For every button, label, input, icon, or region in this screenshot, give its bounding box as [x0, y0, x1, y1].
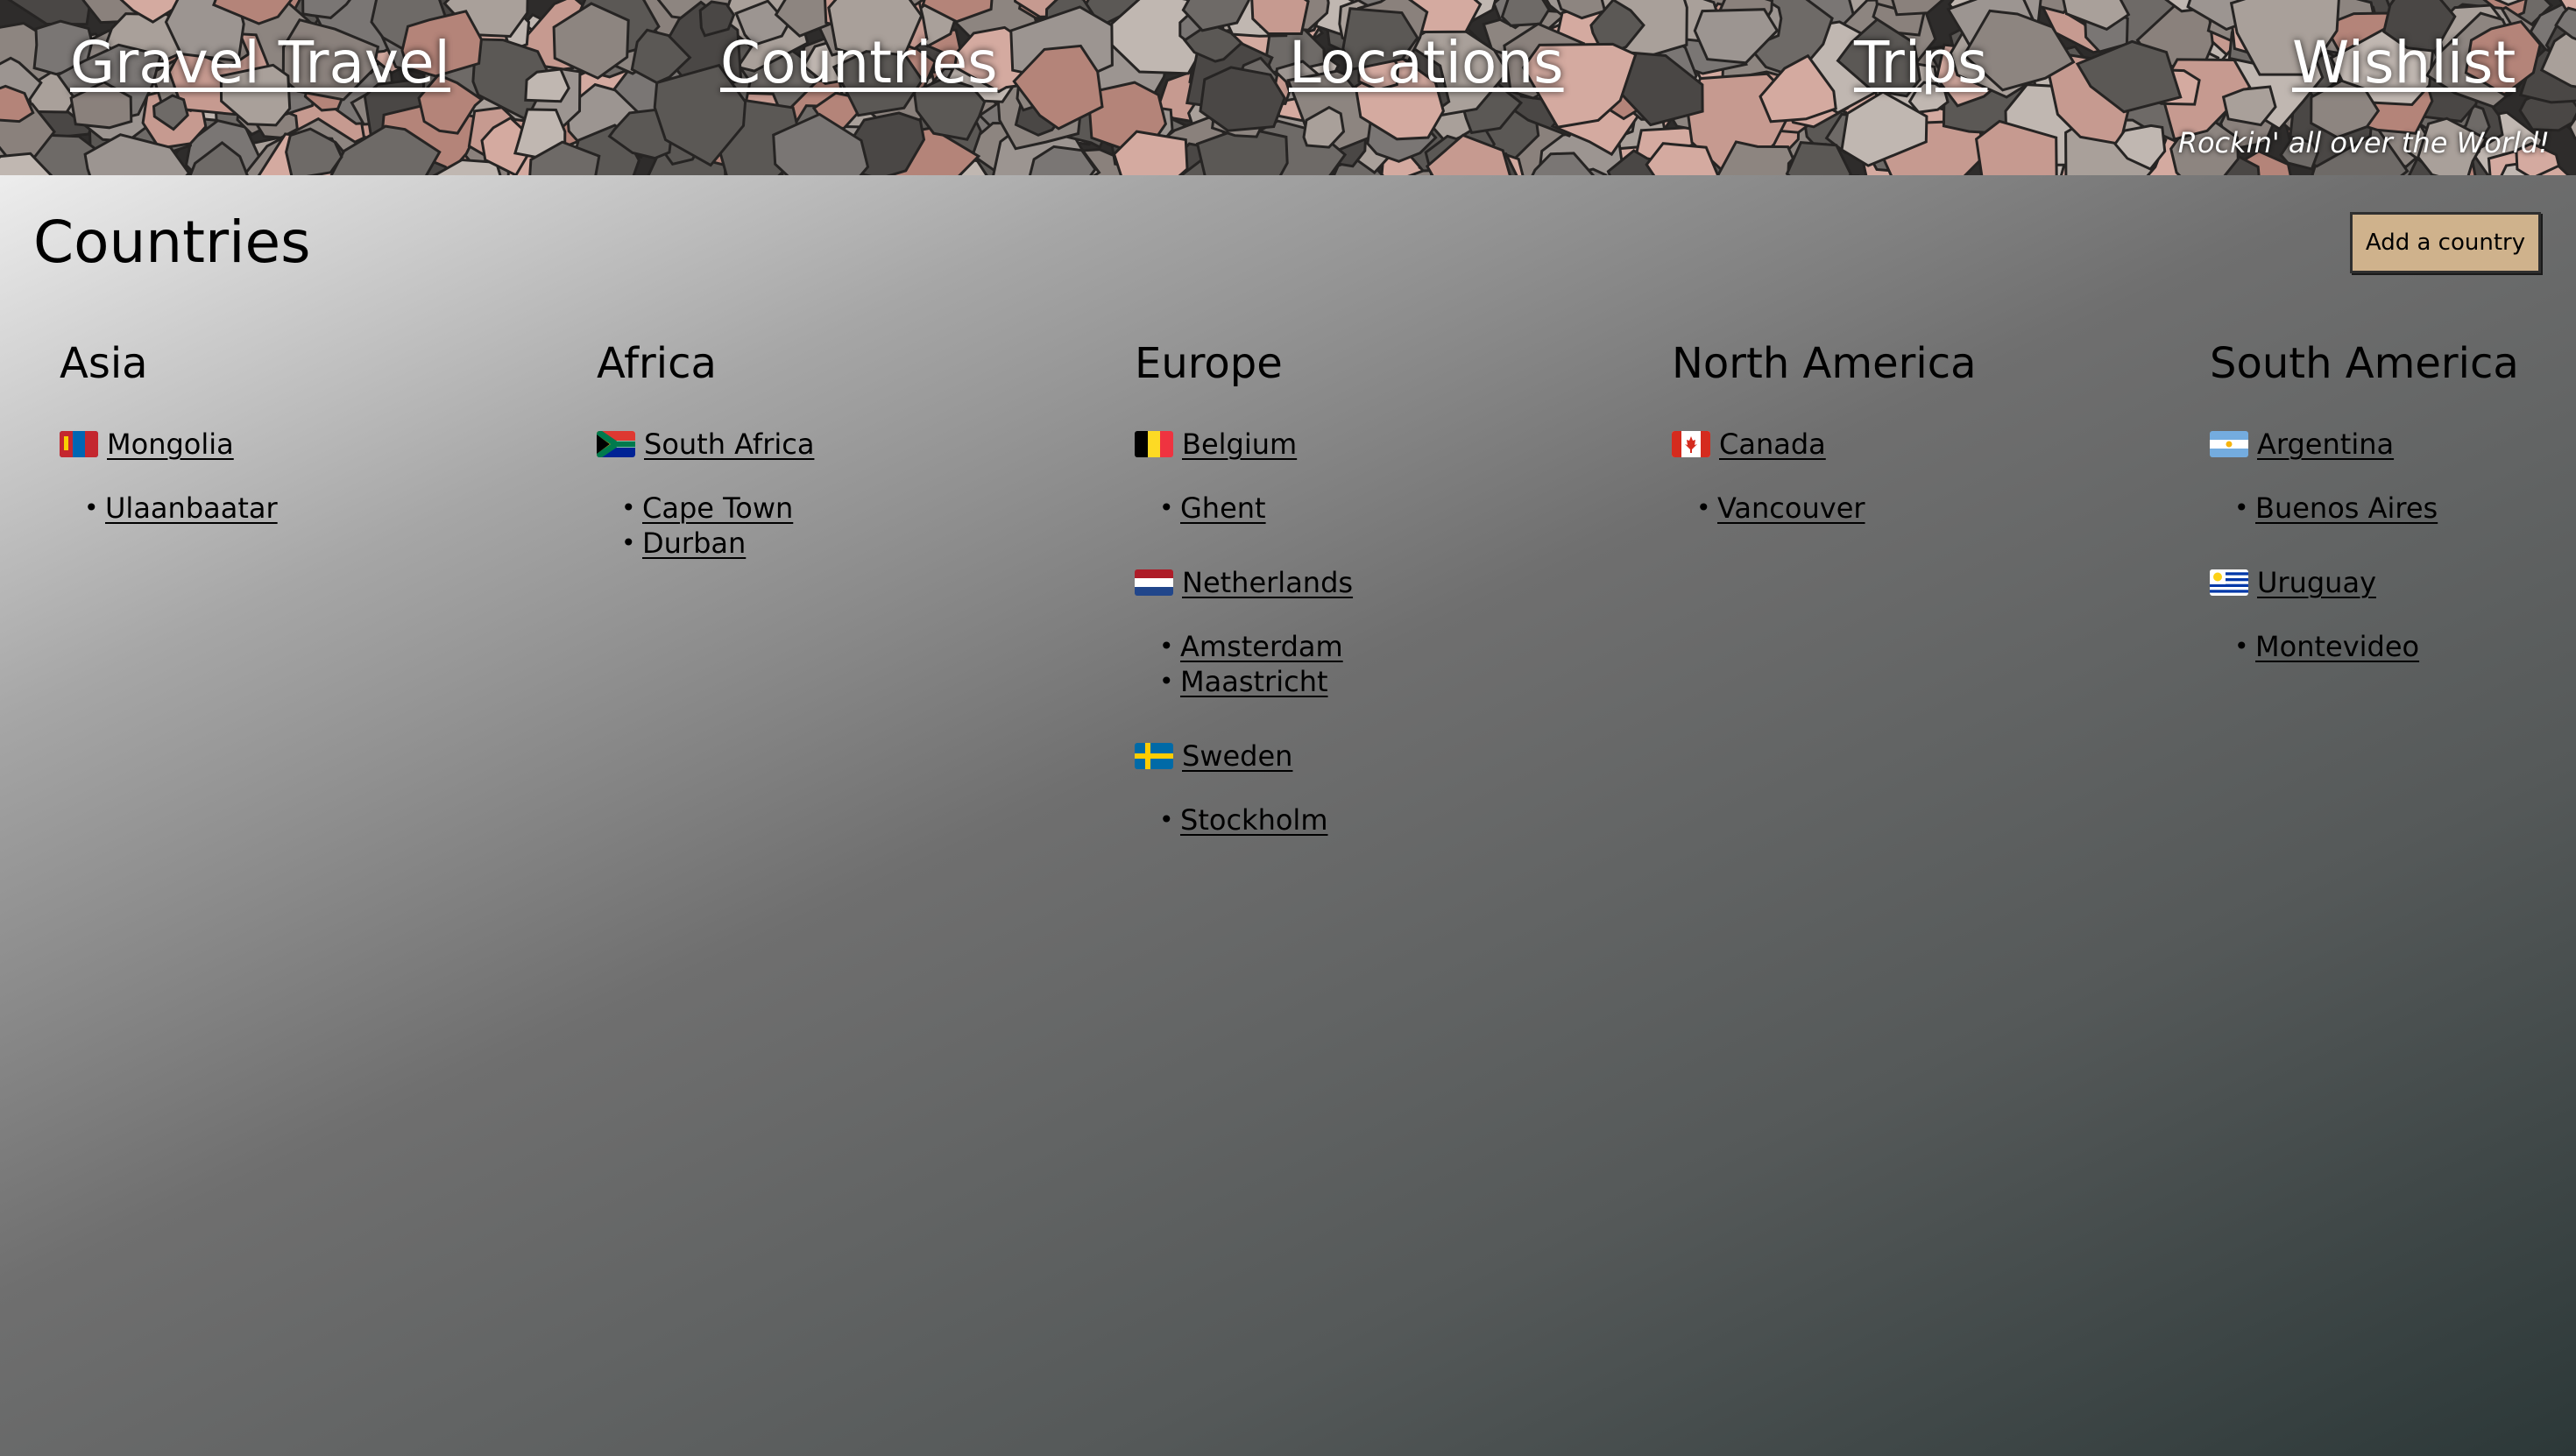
country-south-africa: South Africa • Cape Town • Durban: [597, 422, 1052, 561]
city-link-ghent[interactable]: Ghent: [1180, 491, 1266, 525]
country-row: South Africa: [597, 422, 1052, 466]
country-belgium: Belgium • Ghent: [1135, 422, 1590, 526]
continent-heading: South America: [2210, 339, 2519, 388]
city-list: • Stockholm: [1135, 802, 1590, 838]
city-link-amsterdam[interactable]: Amsterdam: [1180, 630, 1343, 663]
country-row: Uruguay: [2210, 561, 2576, 604]
nav-brand-link[interactable]: Gravel Travel: [70, 25, 450, 102]
sweden-flag-icon: [1135, 743, 1173, 769]
continent-south-america: South America Argentina • Buenos Aires Urugu…: [2210, 333, 2576, 699]
city-list: • Ulaanbaatar: [60, 491, 515, 526]
city-link-vancouver[interactable]: Vancouver: [1717, 491, 1865, 525]
add-country-button[interactable]: Add a country: [2350, 212, 2541, 273]
canada-flag-icon: [1672, 431, 1710, 457]
continent-africa: Africa South Africa • Cape Town • Durban: [597, 333, 1052, 596]
main-content: Countries Add a country Asia Mongolia • Ula…: [0, 175, 2576, 1456]
country-link-argentina[interactable]: Argentina: [2257, 428, 2394, 461]
site-tagline: Rockin' all over the World!: [2177, 126, 2550, 159]
country-link-uruguay[interactable]: Uruguay: [2257, 566, 2376, 599]
country-row: Canada: [1672, 422, 2127, 466]
country-link-netherlands[interactable]: Netherlands: [1182, 566, 1353, 599]
bullet-icon: •: [1159, 805, 1174, 834]
city-item: • Cape Town: [621, 491, 1052, 526]
nav-locations-link[interactable]: Locations: [1289, 25, 1564, 102]
city-link-buenos-aires[interactable]: Buenos Aires: [2255, 491, 2438, 525]
mongolia-flag-icon: [60, 431, 98, 457]
continent-asia: Asia Mongolia • Ulaanbaatar: [60, 333, 515, 561]
south-africa-flag-icon: [597, 431, 635, 457]
city-list: • Vancouver: [1672, 491, 2127, 526]
country-argentina: Argentina • Buenos Aires: [2210, 422, 2576, 526]
city-list: • Ghent: [1135, 491, 1590, 526]
nav-wishlist-link[interactable]: Wishlist: [2292, 25, 2516, 102]
city-link-ulaanbaatar[interactable]: Ulaanbaatar: [105, 491, 278, 525]
bullet-icon: •: [1159, 632, 1174, 661]
country-row: Argentina: [2210, 422, 2576, 466]
country-row: Mongolia: [60, 422, 515, 466]
city-item: • Amsterdam: [1159, 629, 1590, 664]
bullet-icon: •: [1159, 667, 1174, 696]
argentina-flag-icon: [2210, 431, 2248, 457]
continent-heading: North America: [1672, 339, 1977, 388]
city-item: • Vancouver: [1696, 491, 2127, 526]
uruguay-flag-icon: [2210, 569, 2248, 596]
bullet-icon: •: [1159, 493, 1174, 522]
country-link-canada[interactable]: Canada: [1719, 428, 1826, 461]
country-link-sweden[interactable]: Sweden: [1182, 739, 1292, 773]
country-canada: Canada • Vancouver: [1672, 422, 2127, 526]
belgium-flag-icon: [1135, 431, 1173, 457]
city-item: • Stockholm: [1159, 802, 1590, 838]
city-list: • Montevideo: [2210, 629, 2576, 664]
country-row: Belgium: [1135, 422, 1590, 466]
city-link-cape-town[interactable]: Cape Town: [642, 491, 793, 525]
bullet-icon: •: [621, 528, 636, 557]
city-link-stockholm[interactable]: Stockholm: [1180, 803, 1327, 837]
city-item: • Ulaanbaatar: [84, 491, 515, 526]
city-item: • Ghent: [1159, 491, 1590, 526]
city-link-maastricht[interactable]: Maastricht: [1180, 665, 1328, 698]
nav-countries-link[interactable]: Countries: [720, 25, 997, 102]
city-item: • Buenos Aires: [2234, 491, 2576, 526]
city-item: • Durban: [621, 526, 1052, 561]
continent-europe: Europe Belgium • Ghent Netherlands • Amsterdam…: [1135, 333, 1590, 873]
country-netherlands: Netherlands • Amsterdam • Maastricht: [1135, 561, 1590, 699]
country-link-south-africa[interactable]: South Africa: [644, 428, 814, 461]
city-link-montevideo[interactable]: Montevideo: [2255, 630, 2419, 663]
bullet-icon: •: [2234, 632, 2249, 661]
bullet-icon: •: [1696, 493, 1711, 522]
city-link-durban[interactable]: Durban: [642, 527, 746, 560]
bullet-icon: •: [621, 493, 636, 522]
city-item: • Montevideo: [2234, 629, 2576, 664]
continent-heading: Europe: [1135, 339, 1283, 388]
site-header: Gravel Travel Countries Locations Trips …: [0, 0, 2576, 175]
country-row: Sweden: [1135, 734, 1590, 778]
country-sweden: Sweden • Stockholm: [1135, 734, 1590, 838]
city-item: • Maastricht: [1159, 664, 1590, 699]
country-link-belgium[interactable]: Belgium: [1182, 428, 1297, 461]
city-list: • Amsterdam • Maastricht: [1135, 629, 1590, 699]
netherlands-flag-icon: [1135, 569, 1173, 596]
nav-trips-link[interactable]: Trips: [1854, 25, 1987, 102]
continent-heading: Asia: [60, 339, 148, 388]
city-list: • Cape Town • Durban: [597, 491, 1052, 561]
bullet-icon: •: [2234, 493, 2249, 522]
country-row: Netherlands: [1135, 561, 1590, 604]
country-uruguay: Uruguay • Montevideo: [2210, 561, 2576, 664]
country-mongolia: Mongolia • Ulaanbaatar: [60, 422, 515, 526]
page-title: Countries: [33, 209, 311, 276]
bullet-icon: •: [84, 493, 99, 522]
continent-north-america: North America Canada • Vancouver: [1672, 333, 2127, 561]
country-link-mongolia[interactable]: Mongolia: [107, 428, 234, 461]
city-list: • Buenos Aires: [2210, 491, 2576, 526]
continent-heading: Africa: [597, 339, 717, 388]
